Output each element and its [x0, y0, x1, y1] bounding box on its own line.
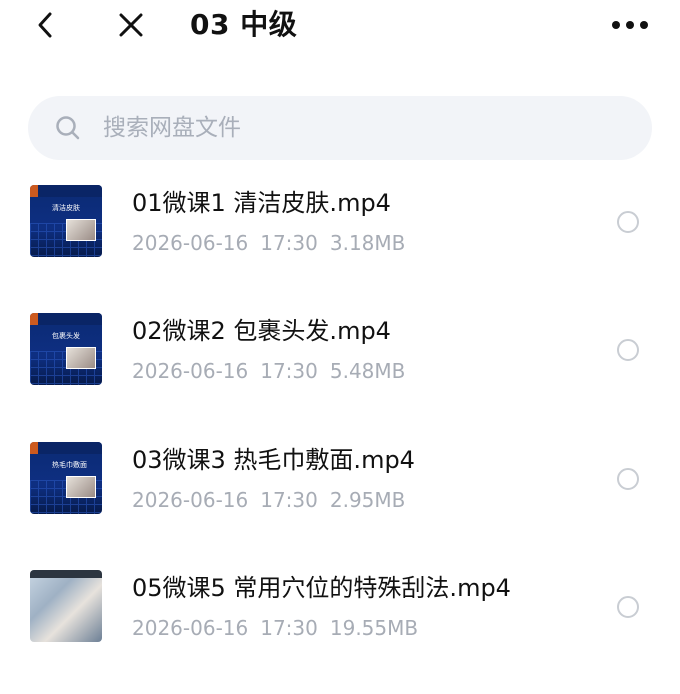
video-thumbnail: 热毛巾敷面 — [30, 442, 102, 514]
file-date: 2026-06-16 — [132, 231, 249, 255]
video-thumbnail — [30, 570, 102, 642]
file-size: 3.18MB — [329, 231, 406, 255]
video-thumbnail: 清洁皮肤 — [30, 185, 102, 257]
file-name: 01微课1 清洁皮肤.mp4 — [132, 189, 391, 217]
close-button[interactable] — [114, 8, 148, 42]
select-radio[interactable] — [617, 468, 639, 490]
file-size: 19.55MB — [329, 616, 419, 640]
file-meta: 2026-06-16 17:30 3.18MB — [132, 230, 417, 256]
chevron-left-icon — [38, 12, 52, 38]
back-button[interactable] — [28, 8, 62, 42]
list-item[interactable]: 清洁皮肤 01微课1 清洁皮肤.mp4 2026-06-16 17:30 3.18M… — [0, 160, 680, 280]
file-date: 2026-06-16 — [132, 359, 249, 383]
list-item[interactable]: 包裹头发 02微课2 包裹头发.mp4 2026-06-16 17:30 5.48M… — [0, 288, 680, 408]
file-name: 05微课5 常用穴位的特殊刮法.mp4 — [132, 574, 511, 602]
file-meta: 2026-06-16 17:30 19.55MB — [132, 615, 430, 641]
search-icon — [56, 116, 80, 140]
file-size: 2.95MB — [329, 488, 406, 512]
file-date: 2026-06-16 — [132, 616, 249, 640]
thumbnail-caption: 包裹头发 — [52, 332, 80, 340]
file-date: 2026-06-16 — [132, 488, 249, 512]
search-bar[interactable] — [28, 96, 652, 160]
file-name: 02微课2 包裹头发.mp4 — [132, 317, 391, 345]
file-time: 17:30 — [260, 616, 318, 640]
video-thumbnail: 包裹头发 — [30, 313, 102, 385]
close-icon — [119, 13, 143, 37]
page-title: 03 中级 — [190, 8, 298, 41]
thumbnail-caption: 热毛巾敷面 — [52, 461, 87, 469]
file-name: 03微课3 热毛巾敷面.mp4 — [132, 446, 415, 474]
more-button[interactable] — [608, 10, 652, 40]
file-time: 17:30 — [260, 359, 318, 383]
list-item[interactable]: 热毛巾敷面 03微课3 热毛巾敷面.mp4 2026-06-16 17:30 2.9… — [0, 417, 680, 537]
more-dots-icon — [612, 21, 648, 29]
select-radio[interactable] — [617, 339, 639, 361]
file-size: 5.48MB — [329, 359, 406, 383]
file-meta: 2026-06-16 17:30 5.48MB — [132, 358, 417, 384]
search-input[interactable] — [101, 114, 625, 142]
file-meta: 2026-06-16 17:30 2.95MB — [132, 487, 417, 513]
top-bar: 03 中级 — [0, 0, 680, 56]
file-time: 17:30 — [260, 488, 318, 512]
select-radio[interactable] — [617, 596, 639, 618]
file-time: 17:30 — [260, 231, 318, 255]
thumbnail-caption: 清洁皮肤 — [52, 204, 80, 212]
list-item[interactable]: 05微课5 常用穴位的特殊刮法.mp4 2026-06-16 17:30 19.55… — [0, 545, 680, 665]
select-radio[interactable] — [617, 211, 639, 233]
